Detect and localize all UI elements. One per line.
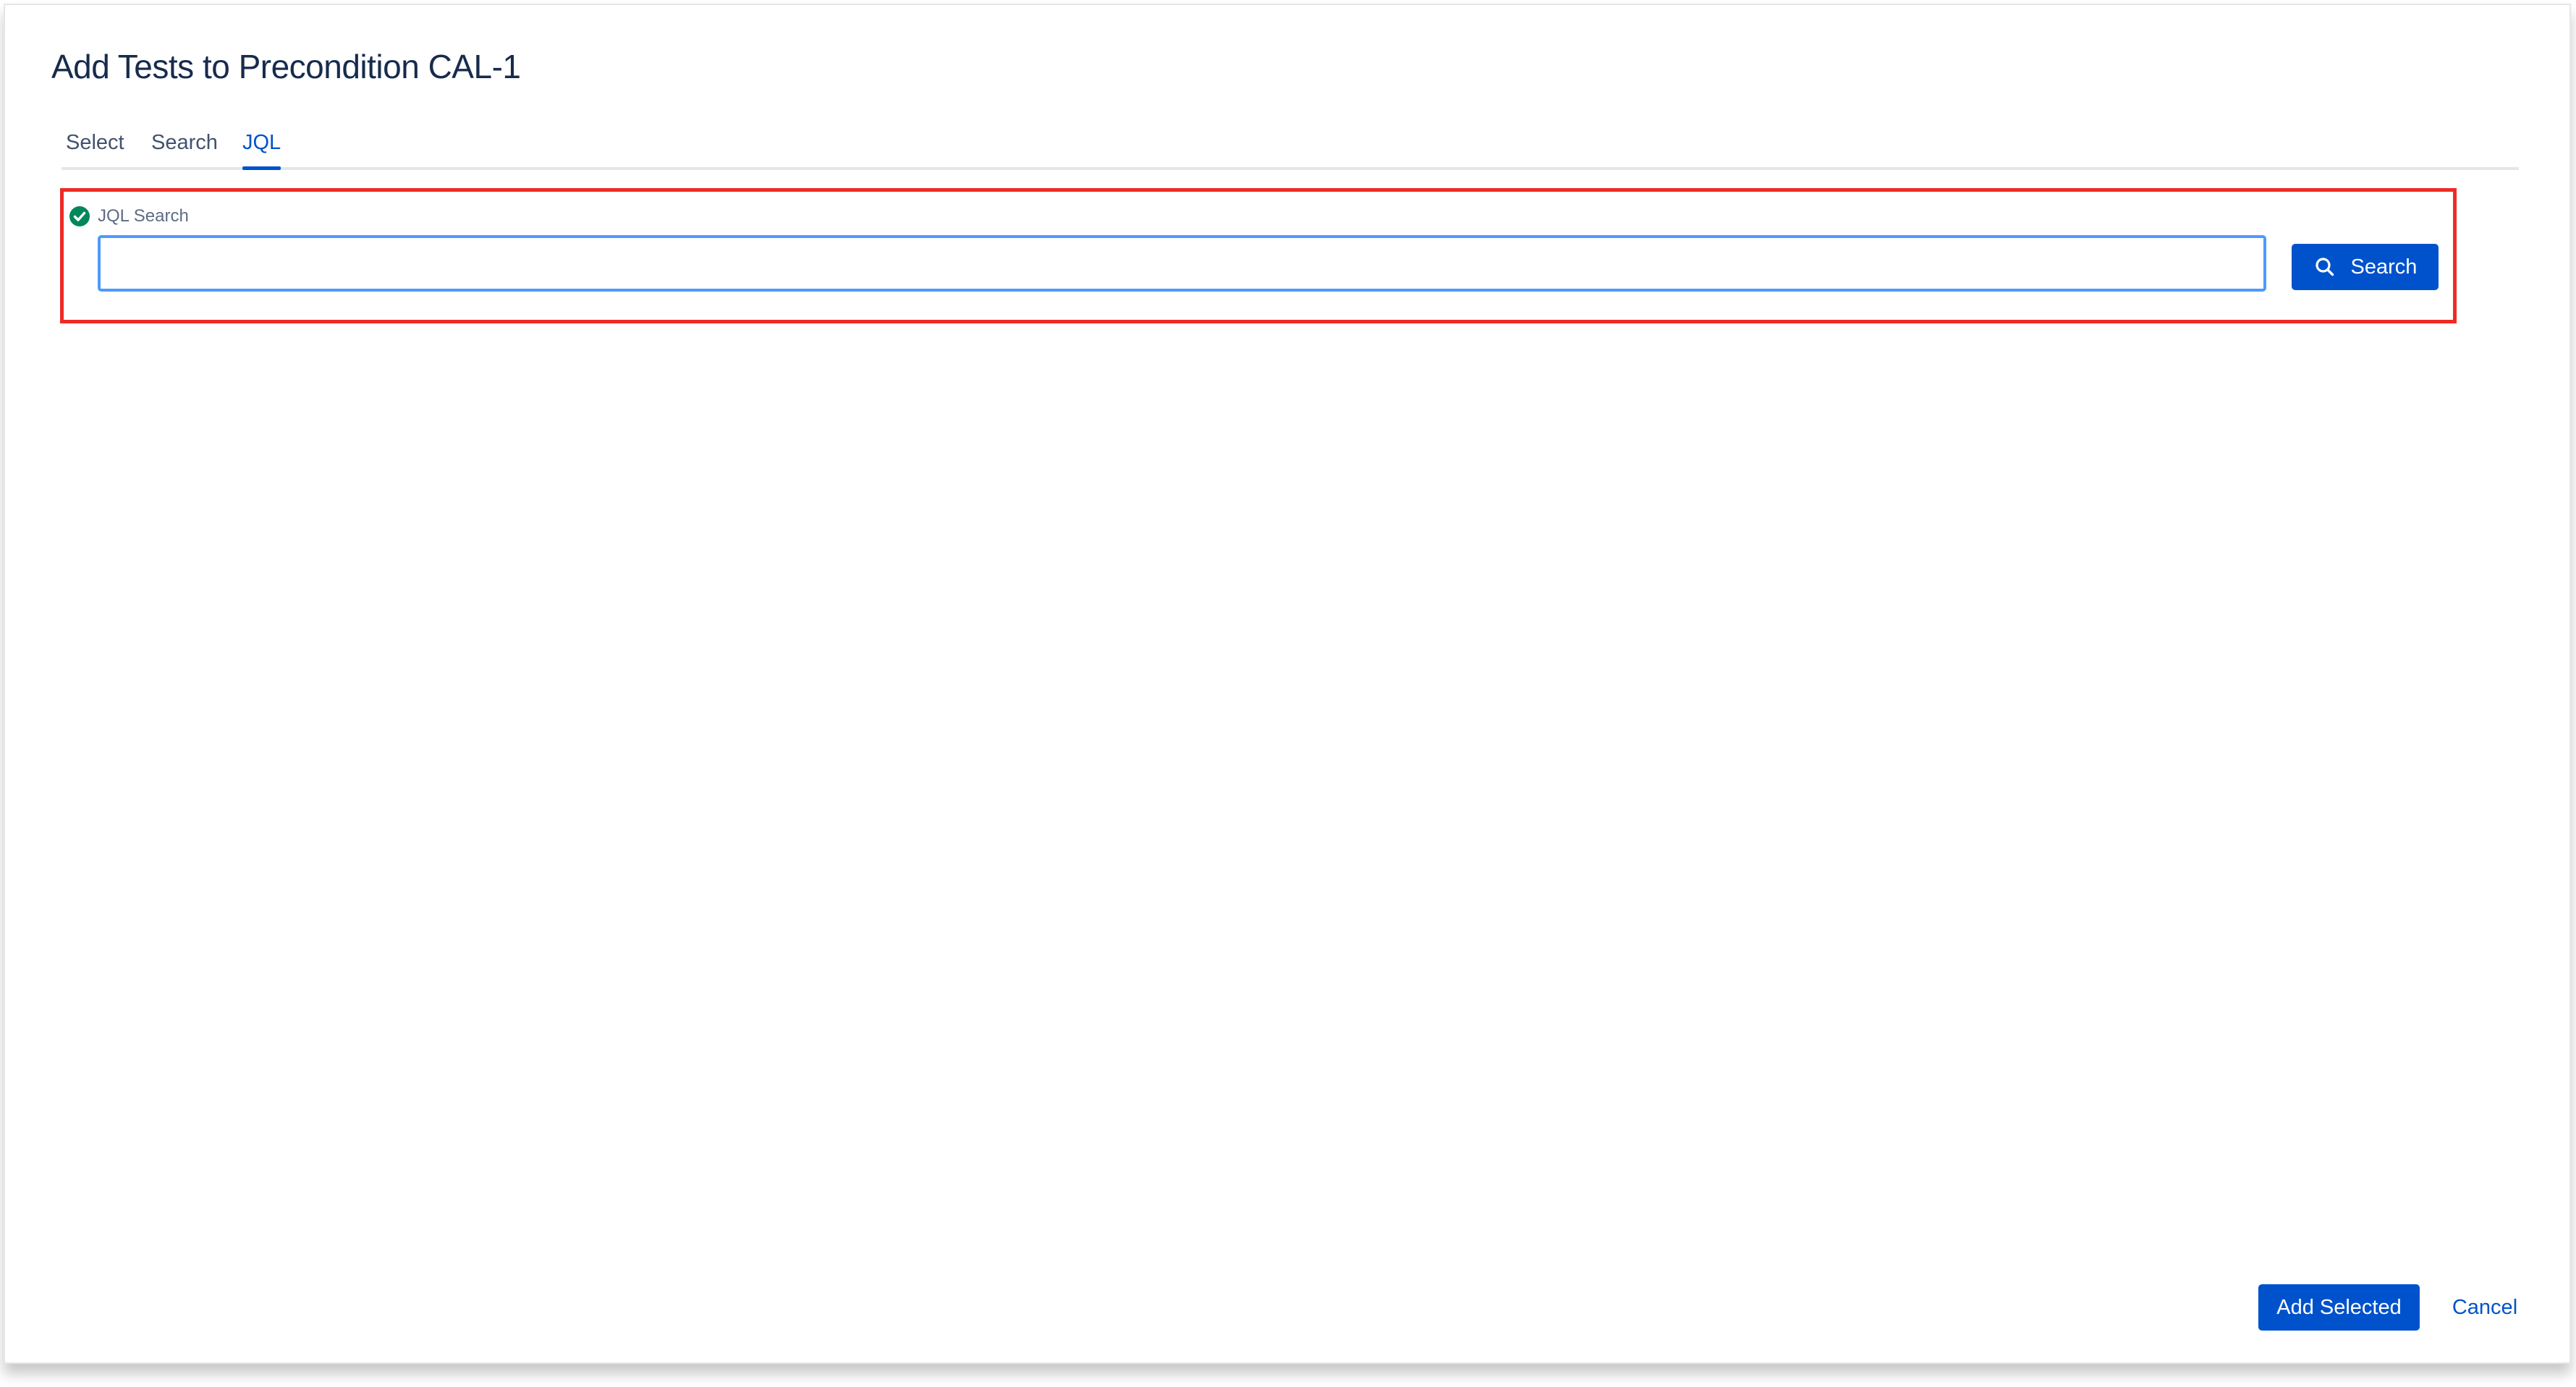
jql-search-label: JQL Search <box>98 206 189 226</box>
search-button[interactable]: Search <box>2292 244 2439 290</box>
add-selected-button[interactable]: Add Selected <box>2258 1284 2420 1331</box>
jql-search-input[interactable] <box>98 235 2266 292</box>
jql-label-row: JQL Search <box>69 205 189 227</box>
dialog-title: Add Tests to Precondition CAL-1 <box>51 48 521 85</box>
dialog: Add Tests to Precondition CAL-1 Select S… <box>4 4 2571 1364</box>
tab-search[interactable]: Search <box>151 131 218 165</box>
search-button-label: Search <box>2350 255 2418 279</box>
tab-bar: Select Search JQL <box>62 128 2519 170</box>
search-icon <box>2313 255 2336 279</box>
tab-select[interactable]: Select <box>66 131 124 165</box>
cancel-button[interactable]: Cancel <box>2449 1284 2520 1331</box>
tab-jql[interactable]: JQL <box>242 131 281 170</box>
check-circle-icon <box>69 205 90 227</box>
